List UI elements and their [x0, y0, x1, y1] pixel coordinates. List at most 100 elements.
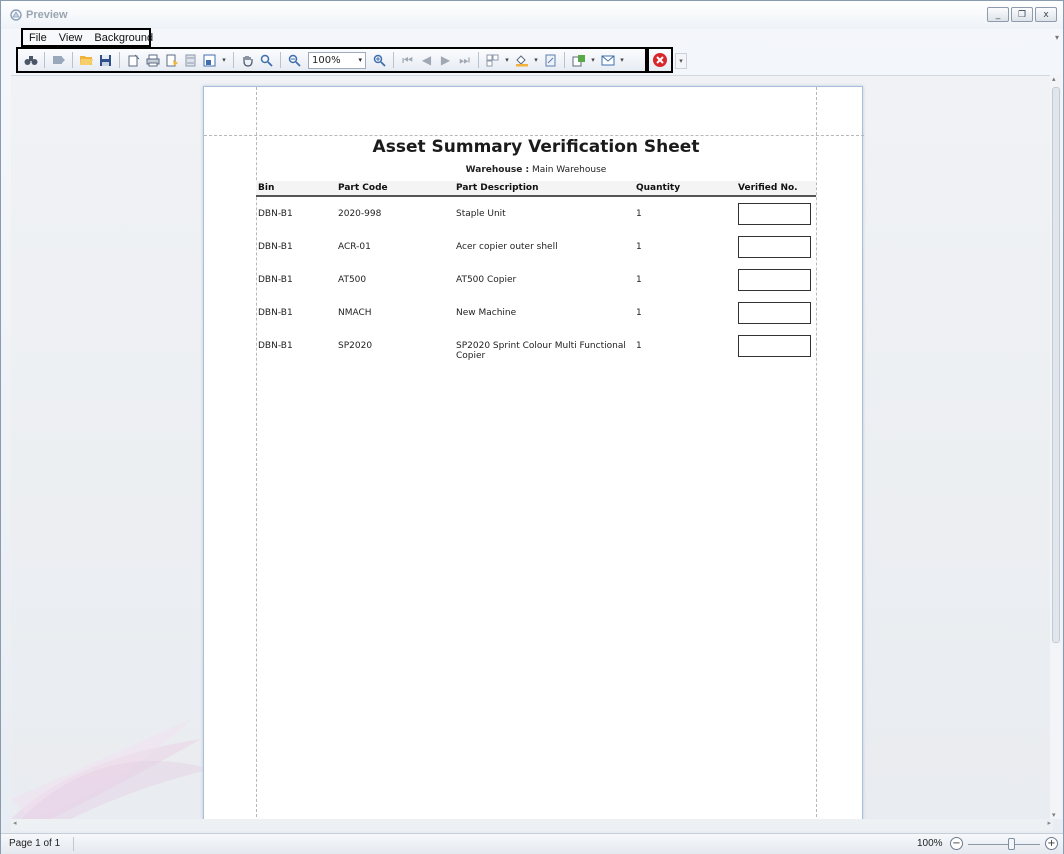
verified-no-box: [738, 236, 811, 258]
multiple-pages-dropdown-icon[interactable]: ▾: [503, 56, 511, 64]
background-color-dropdown-icon[interactable]: ▾: [532, 56, 540, 64]
status-separator: [73, 837, 74, 851]
cell-description: Acer copier outer shell: [456, 242, 558, 252]
scroll-left-icon[interactable]: ◂: [13, 819, 17, 827]
zoom-slider-thumb[interactable]: [1008, 838, 1016, 850]
close-preview-button[interactable]: [652, 52, 668, 68]
watermark-button[interactable]: [542, 51, 559, 69]
cell-description: Staple Unit: [456, 209, 506, 219]
zoom-slider-track[interactable]: [968, 844, 1040, 845]
cell-quantity: 1: [636, 275, 642, 285]
menu-background[interactable]: Background: [94, 32, 153, 44]
cell-part-code: SP2020: [338, 341, 373, 351]
margin-guide-right: [816, 87, 817, 819]
next-page-icon: ▶: [440, 53, 451, 67]
horizontal-scrollbar[interactable]: ◂ ▸: [11, 819, 1053, 831]
export-dropdown-icon[interactable]: ▾: [589, 56, 597, 64]
vertical-scrollbar[interactable]: ▴ ▾: [1050, 75, 1062, 819]
report-warehouse: Warehouse : Main Warehouse: [256, 165, 816, 175]
table-row: DBN-B1 NMACH New Machine 1: [256, 298, 816, 328]
column-header-bin: Bin: [258, 183, 275, 193]
close-preview-dropdown-icon[interactable]: ▾: [675, 53, 687, 69]
warehouse-value: Main Warehouse: [531, 165, 607, 175]
ribbon-collapse-icon[interactable]: ▾: [1055, 33, 1059, 42]
column-header-verified-no: Verified No.: [738, 183, 798, 193]
save-button[interactable]: [97, 51, 114, 69]
hand-tool-button[interactable]: [239, 51, 256, 69]
verified-no-box: [738, 302, 811, 324]
close-button[interactable]: x: [1035, 7, 1057, 22]
preview-window: Preview _ ❐ x File View Background ▾ ▾ 1…: [0, 0, 1064, 854]
open-button[interactable]: [78, 51, 95, 69]
main-toolbar: ▾ 100% ▾ ⏮ ◀ ▶ ⏭ ▾ ▾ ▾ ▾: [16, 47, 647, 73]
magnifier-button[interactable]: [258, 51, 275, 69]
zoom-level: 100%: [917, 838, 943, 849]
find-button[interactable]: [22, 51, 39, 69]
zoom-select[interactable]: 100% ▾: [308, 51, 366, 69]
page-setup-button[interactable]: [125, 51, 142, 69]
last-page-button[interactable]: ⏭: [456, 51, 473, 69]
scroll-right-icon[interactable]: ▸: [1047, 819, 1051, 827]
column-header-quantity: Quantity: [636, 183, 681, 193]
send-email-dropdown-icon[interactable]: ▾: [618, 56, 626, 64]
table-row: DBN-B1 SP2020 SP2020 Sprint Colour Multi…: [256, 331, 816, 361]
minimize-button[interactable]: _: [987, 7, 1009, 22]
cell-part-code: ACR-01: [338, 242, 371, 252]
cell-quantity: 1: [636, 308, 642, 318]
zoom-in-status-button[interactable]: +: [1045, 837, 1058, 850]
menu-file[interactable]: File: [29, 32, 47, 44]
cell-part-code: NMACH: [338, 308, 372, 318]
scale-button[interactable]: [201, 51, 218, 69]
export-icon: [572, 54, 585, 66]
folder-open-icon: [80, 56, 93, 65]
restore-button[interactable]: ❐: [1011, 7, 1033, 22]
print-button[interactable]: [144, 51, 161, 69]
header-footer-button[interactable]: [182, 51, 199, 69]
report-title: Asset Summary Verification Sheet: [372, 137, 700, 157]
last-page-icon: ⏭: [459, 52, 470, 67]
header-footer-icon: [185, 54, 196, 66]
window-controls: _ ❐ x: [987, 7, 1057, 22]
zoom-in-button[interactable]: [371, 51, 388, 69]
zoom-out-button[interactable]: [286, 51, 303, 69]
zoom-out-icon: [288, 54, 301, 67]
chevron-down-icon: ▾: [358, 56, 362, 64]
first-page-button[interactable]: ⏮: [399, 51, 416, 69]
send-email-button[interactable]: [599, 51, 616, 69]
table-row: DBN-B1 2020-998 Staple Unit 1: [256, 199, 816, 229]
export-button[interactable]: [570, 51, 587, 69]
watermark-icon: [545, 54, 556, 66]
previous-page-button[interactable]: ◀: [418, 51, 435, 69]
next-page-button[interactable]: ▶: [437, 51, 454, 69]
zoom-out-status-button[interactable]: −: [950, 837, 963, 850]
zoom-in-icon: [373, 54, 386, 67]
scale-icon: [203, 54, 216, 66]
table-row: DBN-B1 ACR-01 Acer copier outer shell 1: [256, 232, 816, 262]
envelope-icon: [601, 55, 614, 65]
zoom-select-value: 100%: [312, 54, 341, 66]
preview-viewport[interactable]: Asset Summary Verification Sheet Warehou…: [11, 75, 1053, 819]
toolbar-separator: [478, 52, 479, 68]
verified-no-box: [738, 203, 811, 225]
first-page-icon: ⏮: [402, 52, 413, 67]
column-header-part-code: Part Code: [338, 183, 388, 193]
toolbar-separator: [233, 52, 234, 68]
save-icon: [100, 54, 111, 66]
paint-bucket-icon: [515, 54, 528, 66]
toolbar-separator: [280, 52, 281, 68]
magnifier-icon: [260, 54, 273, 67]
scroll-up-icon[interactable]: ▴: [1052, 75, 1056, 83]
document-map-icon: [52, 56, 65, 64]
cell-bin: DBN-B1: [258, 275, 293, 285]
multiple-pages-button[interactable]: [484, 51, 501, 69]
scale-dropdown-icon[interactable]: ▾: [220, 56, 228, 64]
quick-print-button[interactable]: [163, 51, 180, 69]
title-bar: Preview _ ❐ x: [1, 1, 1063, 29]
menu-view[interactable]: View: [59, 32, 83, 44]
preview-app-icon: [10, 9, 22, 21]
document-map-button[interactable]: [50, 51, 67, 69]
background-color-button[interactable]: [513, 51, 530, 69]
cell-quantity: 1: [636, 242, 642, 252]
scroll-down-icon[interactable]: ▾: [1052, 811, 1056, 819]
vertical-scroll-thumb[interactable]: [1052, 87, 1060, 643]
